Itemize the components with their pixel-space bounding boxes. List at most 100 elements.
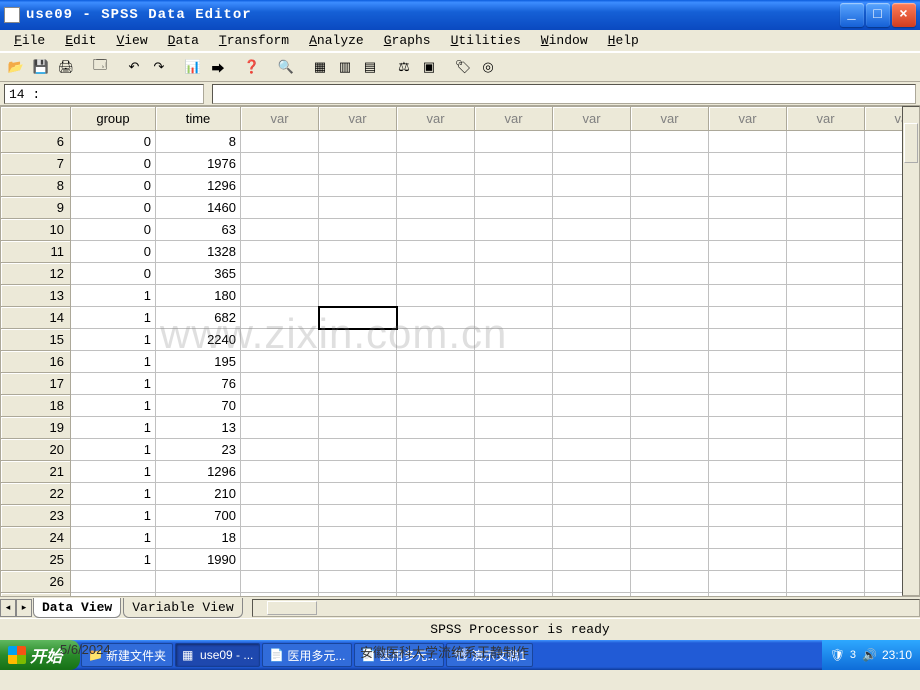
cell-empty[interactable] bbox=[709, 505, 787, 527]
cell-empty[interactable] bbox=[241, 307, 319, 329]
column-header-time[interactable]: time bbox=[156, 107, 241, 131]
row-header[interactable]: 12 bbox=[1, 263, 71, 285]
cell-empty[interactable] bbox=[397, 153, 475, 175]
cell-time[interactable]: 700 bbox=[156, 505, 241, 527]
cell-time[interactable] bbox=[156, 571, 241, 593]
cell-empty[interactable] bbox=[553, 417, 631, 439]
table-row[interactable]: 608 bbox=[1, 131, 920, 153]
cell-empty[interactable] bbox=[631, 483, 709, 505]
cell-empty[interactable] bbox=[709, 417, 787, 439]
cell-empty[interactable] bbox=[709, 461, 787, 483]
tray-icon[interactable]: 🛡 bbox=[830, 648, 844, 662]
cell-empty[interactable] bbox=[319, 461, 397, 483]
redo-button[interactable]: ↷ bbox=[147, 56, 171, 79]
cell-empty[interactable] bbox=[475, 153, 553, 175]
cell-time[interactable] bbox=[156, 593, 241, 597]
cell-empty[interactable] bbox=[787, 439, 865, 461]
taskbar-item[interactable]: 📁新建文件夹 bbox=[81, 643, 173, 667]
table-row[interactable]: 131180 bbox=[1, 285, 920, 307]
cell-empty[interactable] bbox=[709, 373, 787, 395]
cell-value-input[interactable] bbox=[212, 84, 916, 104]
cell-empty[interactable] bbox=[787, 593, 865, 597]
goto-chart-button[interactable]: 📊 bbox=[181, 56, 205, 79]
cell-empty[interactable] bbox=[241, 549, 319, 571]
cell-empty[interactable] bbox=[397, 373, 475, 395]
cell-empty[interactable] bbox=[241, 263, 319, 285]
cell-empty[interactable] bbox=[553, 483, 631, 505]
cell-empty[interactable] bbox=[241, 461, 319, 483]
cell-empty[interactable] bbox=[787, 241, 865, 263]
menu-utilities[interactable]: Utilities bbox=[441, 31, 531, 50]
cell-time[interactable]: 23 bbox=[156, 439, 241, 461]
cell-empty[interactable] bbox=[709, 351, 787, 373]
cell-time[interactable]: 210 bbox=[156, 483, 241, 505]
cell-empty[interactable] bbox=[241, 483, 319, 505]
cell-time[interactable]: 8 bbox=[156, 131, 241, 153]
cell-group[interactable]: 1 bbox=[71, 329, 156, 351]
cell-empty[interactable] bbox=[397, 395, 475, 417]
cell-empty[interactable] bbox=[319, 395, 397, 417]
cell-empty[interactable] bbox=[241, 395, 319, 417]
table-row[interactable]: 120365 bbox=[1, 263, 920, 285]
cell-empty[interactable] bbox=[319, 373, 397, 395]
cell-empty[interactable] bbox=[787, 549, 865, 571]
cell-empty[interactable] bbox=[397, 571, 475, 593]
cell-empty[interactable] bbox=[475, 285, 553, 307]
row-header[interactable]: 11 bbox=[1, 241, 71, 263]
start-button[interactable]: 开始 bbox=[0, 640, 80, 670]
goto-case-button[interactable]: ⮕ bbox=[206, 56, 230, 79]
cell-empty[interactable] bbox=[553, 571, 631, 593]
cell-time[interactable]: 1460 bbox=[156, 197, 241, 219]
cell-empty[interactable] bbox=[709, 527, 787, 549]
cell-empty[interactable] bbox=[631, 241, 709, 263]
cell-empty[interactable] bbox=[553, 505, 631, 527]
cell-empty[interactable] bbox=[397, 219, 475, 241]
cell-group[interactable]: 1 bbox=[71, 549, 156, 571]
cell-time[interactable]: 2240 bbox=[156, 329, 241, 351]
cell-time[interactable]: 195 bbox=[156, 351, 241, 373]
menu-edit[interactable]: Edit bbox=[55, 31, 106, 50]
cell-empty[interactable] bbox=[631, 373, 709, 395]
cell-empty[interactable] bbox=[553, 285, 631, 307]
cell-empty[interactable] bbox=[631, 197, 709, 219]
cell-empty[interactable] bbox=[319, 241, 397, 263]
cell-time[interactable]: 1328 bbox=[156, 241, 241, 263]
cell-empty[interactable] bbox=[787, 527, 865, 549]
cell-empty[interactable] bbox=[397, 197, 475, 219]
row-header[interactable]: 8 bbox=[1, 175, 71, 197]
horizontal-scrollbar[interactable] bbox=[252, 599, 920, 617]
column-header-var[interactable]: var bbox=[553, 107, 631, 131]
cell-empty[interactable] bbox=[241, 131, 319, 153]
cell-empty[interactable] bbox=[475, 175, 553, 197]
menu-graphs[interactable]: Graphs bbox=[374, 31, 441, 50]
cell-empty[interactable] bbox=[397, 351, 475, 373]
cell-empty[interactable] bbox=[319, 175, 397, 197]
cell-empty[interactable] bbox=[319, 197, 397, 219]
row-header[interactable]: 24 bbox=[1, 527, 71, 549]
cell-empty[interactable] bbox=[241, 219, 319, 241]
split-file-button[interactable]: ▤ bbox=[358, 56, 382, 79]
tray-icon[interactable]: 🔊 bbox=[862, 648, 876, 662]
cell-empty[interactable] bbox=[631, 439, 709, 461]
menu-analyze[interactable]: Analyze bbox=[299, 31, 374, 50]
cell-empty[interactable] bbox=[787, 307, 865, 329]
cell-group[interactable]: 0 bbox=[71, 263, 156, 285]
undo-button[interactable]: ↶ bbox=[122, 56, 146, 79]
cell-empty[interactable] bbox=[241, 241, 319, 263]
cell-empty[interactable] bbox=[319, 571, 397, 593]
cell-empty[interactable] bbox=[241, 593, 319, 597]
cell-empty[interactable] bbox=[319, 131, 397, 153]
table-row[interactable]: 141682 bbox=[1, 307, 920, 329]
cell-empty[interactable] bbox=[319, 219, 397, 241]
row-header[interactable]: 26 bbox=[1, 571, 71, 593]
cell-group[interactable]: 0 bbox=[71, 241, 156, 263]
cell-empty[interactable] bbox=[475, 527, 553, 549]
cell-empty[interactable] bbox=[241, 505, 319, 527]
cell-empty[interactable] bbox=[397, 461, 475, 483]
cell-empty[interactable] bbox=[553, 329, 631, 351]
row-header[interactable]: 16 bbox=[1, 351, 71, 373]
table-row[interactable]: 26 bbox=[1, 571, 920, 593]
cell-empty[interactable] bbox=[709, 571, 787, 593]
cell-empty[interactable] bbox=[631, 153, 709, 175]
cell-empty[interactable] bbox=[397, 175, 475, 197]
